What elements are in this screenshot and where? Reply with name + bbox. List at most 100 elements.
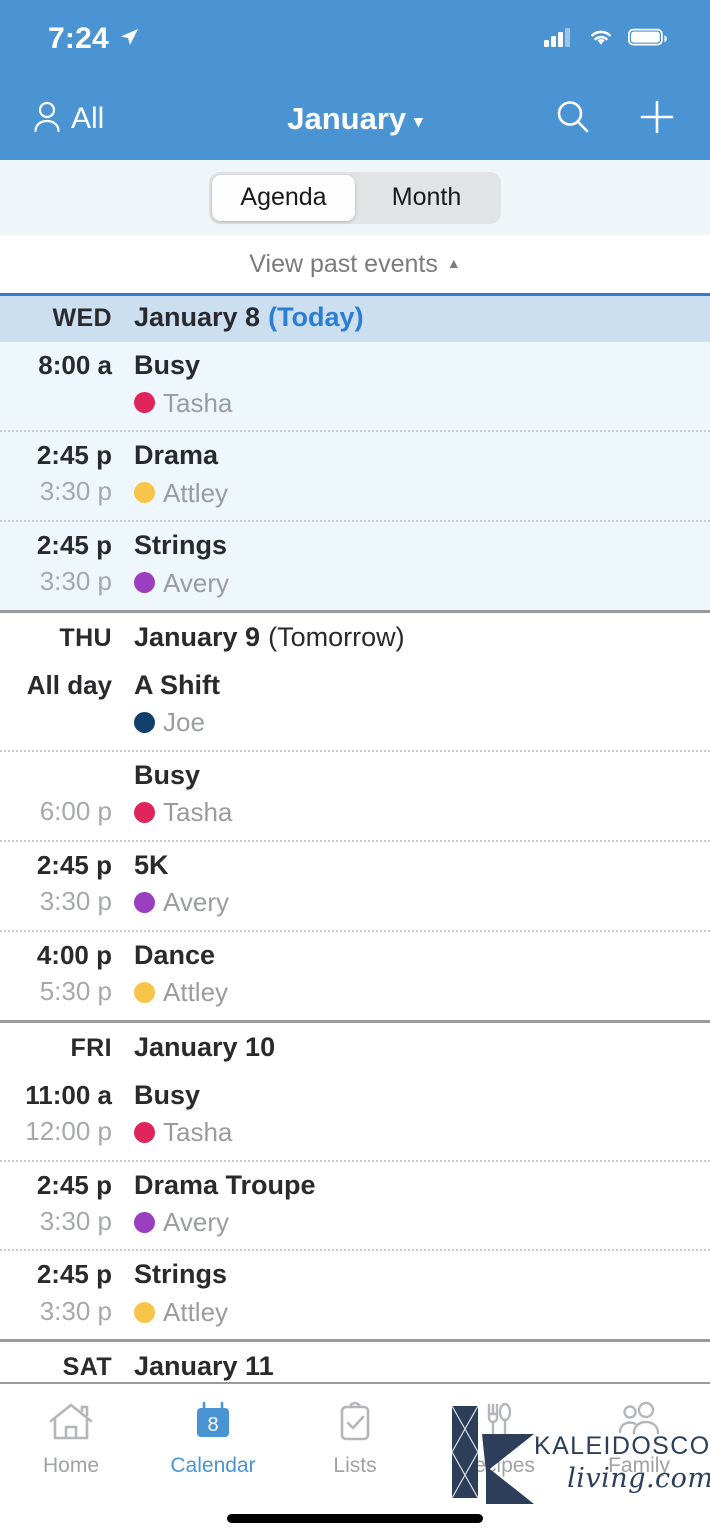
event-end-time: 3:30 p	[39, 1205, 112, 1236]
day-of-week: THU	[59, 623, 112, 652]
person-color-dot	[134, 482, 155, 504]
search-icon[interactable]	[554, 98, 592, 141]
filter-all-button[interactable]: All	[32, 100, 104, 139]
event-start-time: 2:45 p	[36, 1259, 112, 1290]
person-color-dot	[134, 1211, 155, 1233]
status-bar-left: 7:24	[48, 22, 140, 56]
event-person: Tasha	[134, 795, 232, 829]
event-times: 2:45 p 3:30 p	[0, 848, 112, 919]
status-bar-right	[544, 26, 668, 53]
day-header[interactable]: WED January 8 (Today)	[0, 293, 710, 342]
person-icon	[32, 100, 62, 139]
event-title: A Shift	[134, 669, 220, 700]
tab-family-label: Family	[608, 1454, 670, 1477]
event-person-name: Tasha	[163, 387, 233, 418]
event-row[interactable]: 2:45 p 3:30 p Strings Attley	[0, 1249, 710, 1339]
tab-recipes[interactable]: Recipes	[426, 1384, 568, 1500]
tab-family[interactable]: Family	[568, 1384, 710, 1500]
event-row[interactable]: 2:45 p 3:30 p Drama Troupe Avery	[0, 1159, 710, 1250]
event-times: 6:00 p	[0, 758, 112, 828]
event-end-time	[0, 384, 112, 418]
event-person: Joe	[134, 705, 220, 739]
event-row[interactable]: 2:45 p 3:30 p Drama Attley	[0, 429, 710, 520]
day-header[interactable]: SAT January 11	[0, 1342, 710, 1381]
person-color-dot	[134, 802, 155, 824]
day-date: January 9 (Tomorrow)	[134, 622, 405, 653]
view-past-events-button[interactable]: View past events ▲	[0, 235, 710, 293]
navigation-actions	[554, 98, 676, 141]
event-body: Drama Attley	[134, 438, 228, 510]
day-of-week: WED	[52, 304, 112, 332]
event-person-name: Avery	[163, 887, 229, 918]
event-person-name: Joe	[163, 707, 205, 738]
view-past-events-label: View past events	[249, 249, 438, 278]
event-row[interactable]: 11:00 a 12:00 p Busy Tasha	[0, 1072, 710, 1160]
event-start-time: 11:00 a	[25, 1079, 112, 1110]
event-end-time: 3:30 p	[39, 476, 112, 507]
tab-home[interactable]: Home	[0, 1384, 142, 1500]
event-body: Busy Tasha	[134, 758, 232, 830]
event-end-time: 6:00 p	[39, 795, 112, 826]
event-start-time: 2:45 p	[36, 1169, 112, 1200]
day-date-text: January 10	[134, 1031, 276, 1062]
people-icon	[614, 1396, 664, 1448]
home-indicator-area	[0, 1500, 710, 1536]
event-start-time: 4:00 p	[36, 939, 112, 970]
event-end-time: 3:30 p	[39, 1295, 112, 1326]
tab-lists[interactable]: Lists	[284, 1384, 426, 1500]
event-end-time: 3:30 p	[39, 886, 112, 916]
person-color-dot	[134, 891, 155, 913]
event-start-time: 2:45 p	[36, 529, 112, 560]
navigation-bar: All January ▾	[0, 78, 710, 160]
event-body: 5K Avery	[134, 848, 229, 920]
tab-month[interactable]: Month	[355, 175, 498, 221]
status-bar: 7:24	[0, 0, 710, 78]
event-person-name: Avery	[163, 1207, 229, 1238]
person-color-dot	[134, 1121, 155, 1143]
tab-calendar-label: Calendar	[170, 1454, 256, 1477]
event-row[interactable]: All day A Shift Joe	[0, 662, 710, 750]
tab-calendar[interactable]: 8 Calendar	[142, 1384, 284, 1500]
day-header[interactable]: THU January 9 (Tomorrow)	[0, 613, 710, 662]
event-times: 4:00 p 5:30 p	[0, 938, 112, 1009]
fork-spoon-icon	[472, 1396, 522, 1448]
svg-text:8: 8	[207, 1414, 218, 1436]
agenda-list[interactable]: WED January 8 (Today) 8:00 a Busy Tasha 2:45 p…	[0, 293, 710, 1382]
event-person-name: Attley	[163, 477, 229, 508]
app-screen: 7:24 All January ▾ Agenda Month View pas…	[0, 0, 710, 1536]
event-start-time: 2:45 p	[36, 439, 112, 470]
event-times: 11:00 a 12:00 p	[0, 1078, 112, 1149]
tab-agenda[interactable]: Agenda	[212, 174, 355, 221]
plus-icon[interactable]	[638, 98, 676, 141]
event-times: 2:45 p 3:30 p	[0, 528, 112, 599]
day-date-text: January 8	[134, 302, 261, 332]
event-title: Busy	[134, 759, 201, 790]
event-row[interactable]: 4:00 p 5:30 p Dance Attley	[0, 929, 710, 1020]
tab-home-label: Home	[42, 1454, 100, 1477]
day-of-week: SAT	[62, 1353, 112, 1382]
event-end-time: 3:30 p	[39, 566, 112, 597]
event-person: Tasha	[134, 386, 232, 420]
person-color-dot	[134, 392, 155, 414]
event-body: Drama Troupe Avery	[134, 1168, 316, 1240]
location-arrow-icon	[118, 26, 140, 53]
event-start-time: 8:00 a	[38, 350, 112, 380]
event-row[interactable]: 2:45 p 3:30 p 5K Avery	[0, 839, 710, 930]
event-person: Attley	[134, 476, 228, 510]
event-row[interactable]: 6:00 p Busy Tasha	[0, 749, 710, 840]
day-header[interactable]: FRI January 10	[0, 1023, 710, 1072]
event-end-time: 5:30 p	[39, 975, 112, 1006]
home-indicator[interactable]	[227, 1513, 483, 1523]
event-person: Tasha	[134, 1115, 232, 1149]
chevron-up-icon: ▲	[446, 255, 461, 271]
event-start-time: All day	[26, 669, 112, 700]
event-row[interactable]: 2:45 p 3:30 p Strings Avery	[0, 519, 710, 610]
event-row[interactable]: 8:00 a Busy Tasha	[0, 342, 710, 430]
event-person: Avery	[134, 885, 229, 919]
day-date: January 8 (Today)	[134, 302, 364, 333]
battery-icon	[627, 26, 668, 53]
view-mode-switcher: Agenda Month	[0, 160, 710, 235]
clipboard-check-icon	[330, 1396, 380, 1448]
event-body: Dance Attley	[134, 938, 228, 1010]
event-person: Attley	[134, 1295, 228, 1329]
